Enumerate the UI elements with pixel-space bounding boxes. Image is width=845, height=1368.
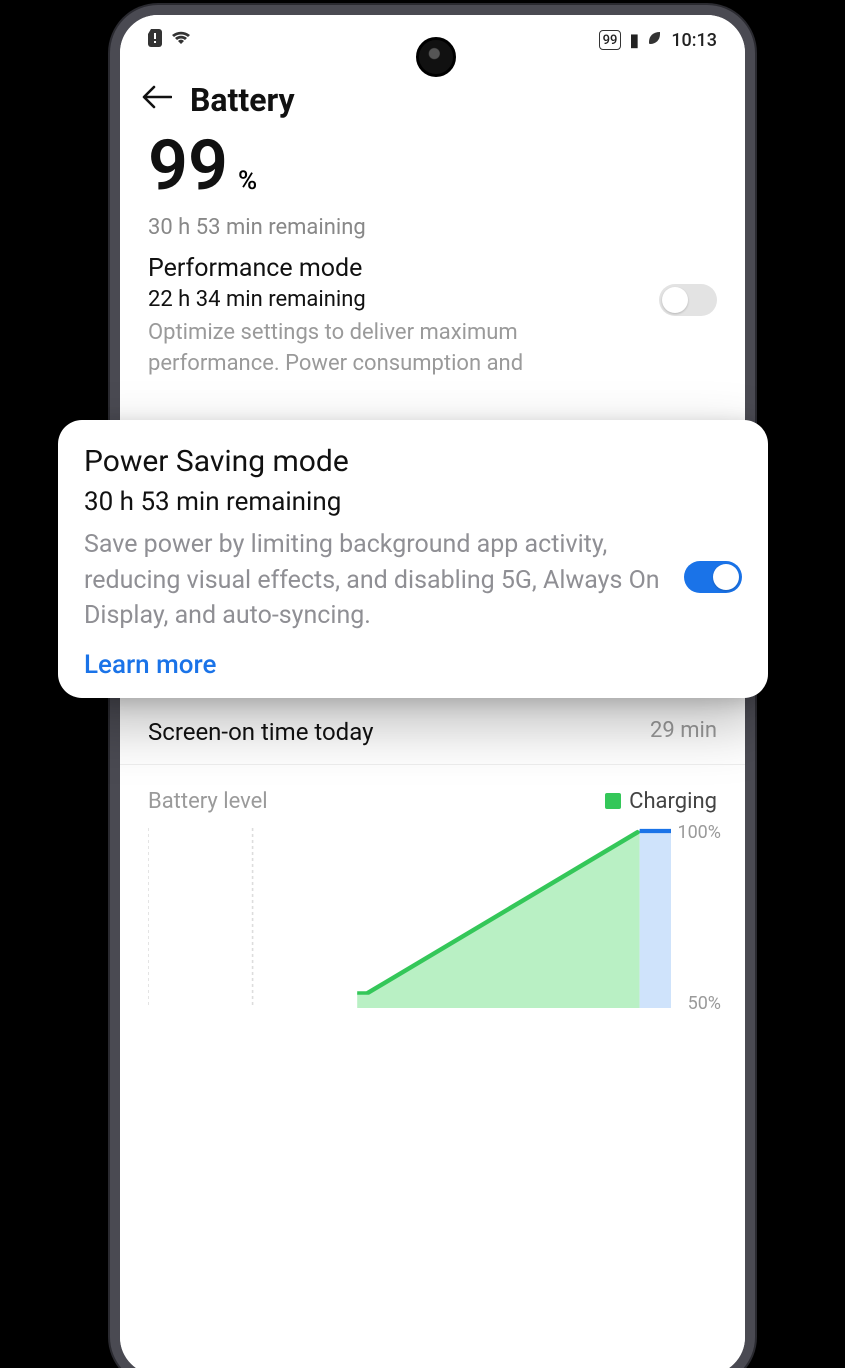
battery-level-label: Battery level: [148, 789, 268, 814]
power-saving-mode-card: Power Saving mode 30 h 53 min remaining …: [58, 420, 768, 698]
front-camera: [416, 37, 456, 77]
performance-mode-title: Performance mode: [148, 254, 645, 283]
legend-square-icon: [605, 793, 621, 809]
charging-legend: Charging: [605, 789, 717, 814]
sim-alert-icon: [148, 29, 162, 52]
performance-mode-row[interactable]: Performance mode 22 h 34 min remaining O…: [120, 240, 745, 380]
status-time: 10:13: [671, 30, 717, 51]
screen-on-time-value: 29 min: [650, 718, 717, 746]
screen-on-time-row[interactable]: Screen-on time today 29 min: [120, 702, 745, 765]
signal-icon: ▮: [629, 30, 639, 51]
back-arrow-icon[interactable]: [142, 85, 172, 115]
performance-mode-desc: Optimize settings to deliver maximum per…: [148, 318, 645, 380]
battery-percent-value: 99: [148, 125, 228, 207]
performance-mode-subtitle: 22 h 34 min remaining: [148, 287, 645, 312]
power-saving-mode-subtitle: 30 h 53 min remaining: [84, 487, 742, 517]
battery-pill-icon: 99: [599, 30, 622, 50]
power-saving-mode-toggle[interactable]: [684, 561, 742, 593]
wifi-icon: [170, 30, 192, 51]
battery-percent-unit: %: [238, 166, 257, 196]
battery-level-chart: 100% 50%: [148, 828, 717, 1008]
chart-ylabel-100: 100%: [677, 822, 721, 843]
power-saving-mode-title: Power Saving mode: [84, 444, 742, 479]
chart-ylabel-50: 50%: [688, 993, 721, 1014]
leaf-icon: [647, 30, 663, 51]
charging-legend-text: Charging: [629, 789, 717, 814]
page-title: Battery: [190, 81, 295, 119]
performance-mode-toggle[interactable]: [659, 284, 717, 316]
battery-remaining: 30 h 53 min remaining: [148, 215, 717, 240]
power-saving-mode-desc: Save power by limiting background app ac…: [84, 527, 666, 634]
learn-more-link[interactable]: Learn more: [84, 650, 742, 680]
screen-on-time-label: Screen-on time today: [148, 718, 373, 746]
